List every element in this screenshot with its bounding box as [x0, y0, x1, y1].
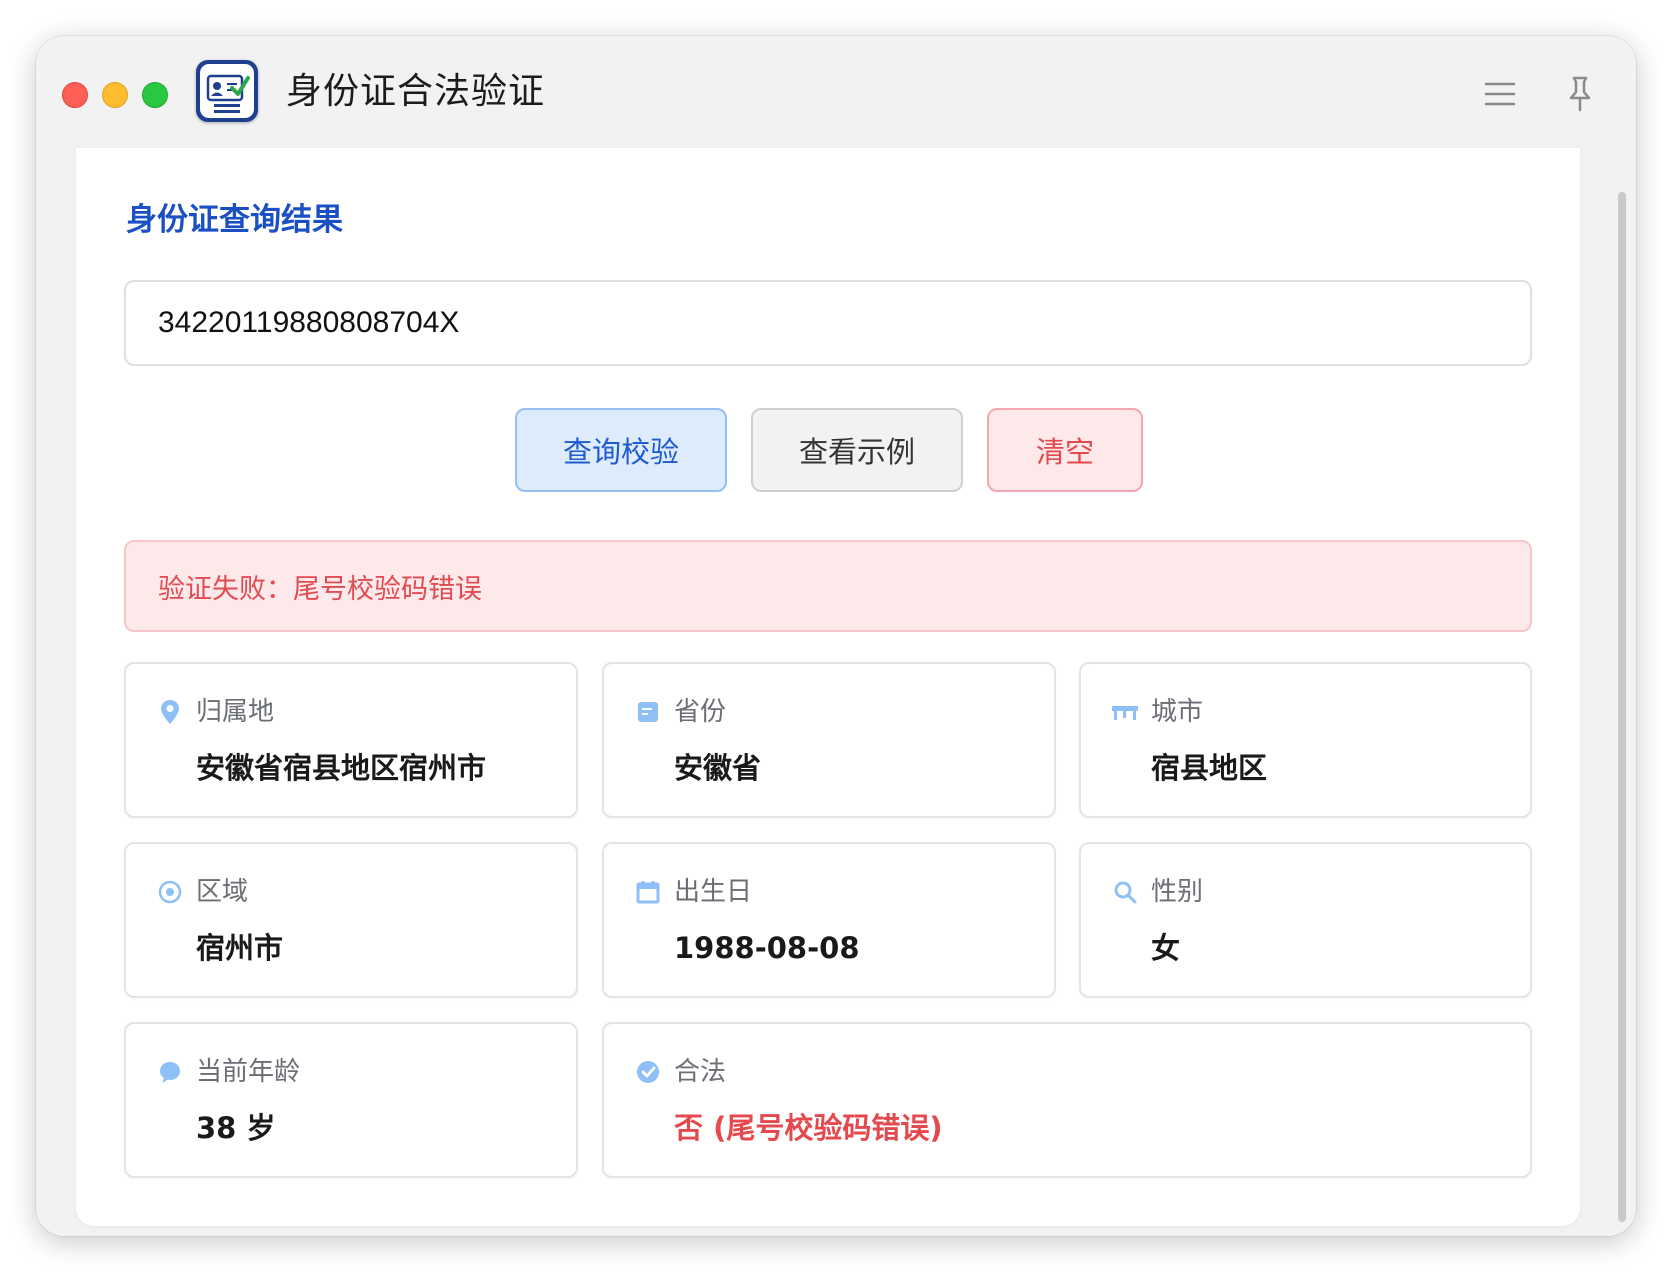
error-alert: 验证失败：尾号校验码错误	[124, 540, 1532, 632]
province-card: 省份 安徽省	[602, 662, 1056, 818]
age-value: 38 岁	[196, 1111, 276, 1145]
province-value: 安徽省	[674, 751, 762, 785]
location-value: 安徽省宿县地区宿州市	[196, 751, 487, 785]
id-number-input[interactable]	[124, 280, 1532, 366]
pin-icon[interactable]	[1558, 72, 1602, 116]
city-card: 城市 宿县地区	[1079, 662, 1532, 818]
legal-value: 否 (尾号校验码错误)	[674, 1111, 943, 1145]
gender-label: 性别	[1151, 877, 1204, 907]
legal-label: 合法	[674, 1057, 727, 1087]
location-label: 归属地	[196, 697, 275, 727]
gender-value: 女	[1151, 931, 1181, 965]
search-icon	[1111, 878, 1139, 906]
legal-card: 合法 否 (尾号校验码错误)	[602, 1022, 1532, 1178]
gender-card: 性别 女	[1079, 842, 1532, 998]
calendar-icon	[634, 878, 662, 906]
age-label: 当前年龄	[196, 1057, 301, 1087]
city-icon	[1111, 698, 1139, 726]
scrollbar[interactable]	[1618, 192, 1626, 1222]
district-label: 区域	[196, 877, 249, 907]
menu-icon[interactable]	[1478, 72, 1522, 116]
title-bar: 身份证合法验证	[36, 36, 1636, 148]
city-value: 宿县地区	[1151, 751, 1268, 785]
main-panel: 身份证查询结果 查询校验 查看示例 清空 验证失败：尾号校验码错误 归属地 安徽…	[76, 148, 1580, 1226]
error-message: 验证失败：尾号校验码错误	[158, 573, 482, 605]
chat-bubble-icon	[156, 1058, 184, 1086]
target-icon	[156, 878, 184, 906]
section-title: 身份证查询结果	[126, 202, 343, 238]
app-logo-icon	[196, 60, 258, 122]
age-card: 当前年龄 38 岁	[124, 1022, 578, 1178]
location-card: 归属地 安徽省宿县地区宿州市	[124, 662, 578, 818]
city-label: 城市	[1151, 697, 1204, 727]
district-card: 区域 宿州市	[124, 842, 578, 998]
query-button[interactable]: 查询校验	[515, 408, 727, 492]
district-value: 宿州市	[196, 931, 284, 965]
maximize-window-button[interactable]	[142, 82, 168, 108]
birthday-value: 1988-08-08	[674, 931, 860, 965]
document-icon	[634, 698, 662, 726]
app-window: 身份证合法验证 身份证查询结果 查询校验 查看示例 清空 验证失败：尾号校验码错…	[36, 36, 1636, 1236]
close-window-button[interactable]	[62, 82, 88, 108]
minimize-window-button[interactable]	[102, 82, 128, 108]
app-title: 身份证合法验证	[286, 71, 546, 112]
clear-button[interactable]: 清空	[987, 408, 1143, 492]
location-pin-icon	[156, 698, 184, 726]
birthday-label: 出生日	[674, 877, 753, 907]
province-label: 省份	[674, 697, 727, 727]
sample-button[interactable]: 查看示例	[751, 408, 963, 492]
check-circle-icon	[634, 1058, 662, 1086]
birthday-card: 出生日 1988-08-08	[602, 842, 1056, 998]
